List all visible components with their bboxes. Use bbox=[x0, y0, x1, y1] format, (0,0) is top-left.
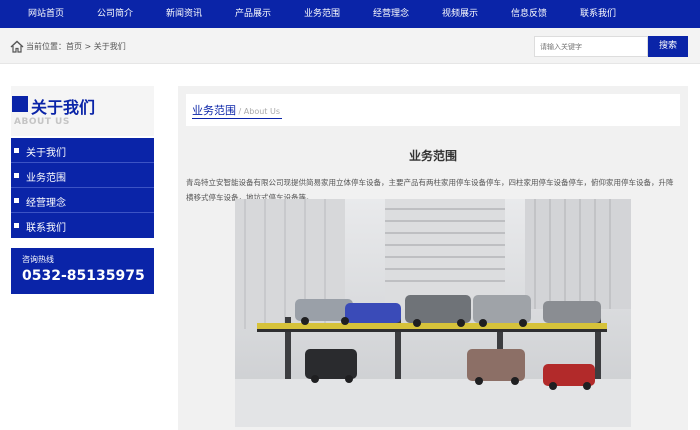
hotline-number: 0532-85135975 bbox=[22, 268, 145, 284]
sidebar-menu: 关于我们 业务范围 经营理念 联系我们 bbox=[11, 138, 154, 238]
nav-item-company[interactable]: 公司简介 bbox=[97, 0, 133, 28]
nav-item-philosophy[interactable]: 经营理念 bbox=[373, 0, 409, 28]
nav-item-contact[interactable]: 联系我们 bbox=[580, 0, 616, 28]
sidebar-item-philosophy[interactable]: 经营理念 bbox=[11, 188, 154, 213]
article-title: 业务范围 bbox=[408, 149, 457, 163]
sidebar-header: 关于我们 ABOUT US bbox=[11, 86, 154, 136]
nav-item-news[interactable]: 新闻资讯 bbox=[166, 0, 202, 28]
top-nav: 网站首页 公司简介 新闻资讯 产品展示 业务范围 经营理念 视频展示 信息反馈 … bbox=[0, 0, 700, 28]
sidebar-title: 关于我们 bbox=[31, 98, 96, 117]
search-button[interactable]: 搜索 bbox=[648, 36, 688, 57]
parking-equipment-photo bbox=[235, 199, 631, 427]
breadcrumb-bar: 当前位置：首页 > 关于我们 搜索 bbox=[0, 28, 700, 64]
home-icon bbox=[10, 40, 24, 53]
nav-item-videos[interactable]: 视频展示 bbox=[442, 0, 478, 28]
nav-item-business[interactable]: 业务范围 bbox=[304, 0, 340, 28]
bullet-icon bbox=[14, 173, 19, 178]
sidebar-item-contact[interactable]: 联系我们 bbox=[11, 213, 154, 238]
breadcrumb: 当前位置：首页 > 关于我们 bbox=[26, 42, 126, 51]
section-title-text: 业务范围 bbox=[192, 104, 236, 117]
sidebar-item-label: 经营理念 bbox=[26, 198, 66, 209]
sidebar-subtitle: ABOUT US bbox=[14, 117, 70, 127]
section-title-en: / About Us bbox=[236, 107, 280, 116]
sidebar-item-label: 联系我们 bbox=[26, 223, 66, 234]
section-header: 业务范围 / About Us bbox=[186, 94, 680, 126]
bullet-icon bbox=[14, 223, 19, 228]
nav-item-products[interactable]: 产品展示 bbox=[235, 0, 271, 28]
sidebar-item-label: 业务范围 bbox=[26, 173, 66, 184]
main-content: 业务范围 / About Us 业务范围 青岛特立安智能设备有限公司现提供简易家… bbox=[178, 86, 688, 430]
nav-item-home[interactable]: 网站首页 bbox=[28, 0, 64, 28]
section-title: 业务范围 / About Us bbox=[192, 102, 280, 118]
sidebar-item-label: 关于我们 bbox=[26, 148, 66, 159]
hotline-label: 咨询热线 bbox=[22, 255, 54, 264]
hotline-box: 咨询热线 0532-85135975 bbox=[11, 248, 154, 294]
nav-item-feedback[interactable]: 信息反馈 bbox=[511, 0, 547, 28]
sidebar-item-about[interactable]: 关于我们 bbox=[11, 138, 154, 163]
search-input[interactable] bbox=[534, 36, 648, 57]
bullet-icon bbox=[14, 148, 19, 153]
title-square-icon bbox=[12, 96, 28, 112]
title-underline bbox=[192, 118, 282, 119]
sidebar-item-business[interactable]: 业务范围 bbox=[11, 163, 154, 188]
bullet-icon bbox=[14, 198, 19, 203]
